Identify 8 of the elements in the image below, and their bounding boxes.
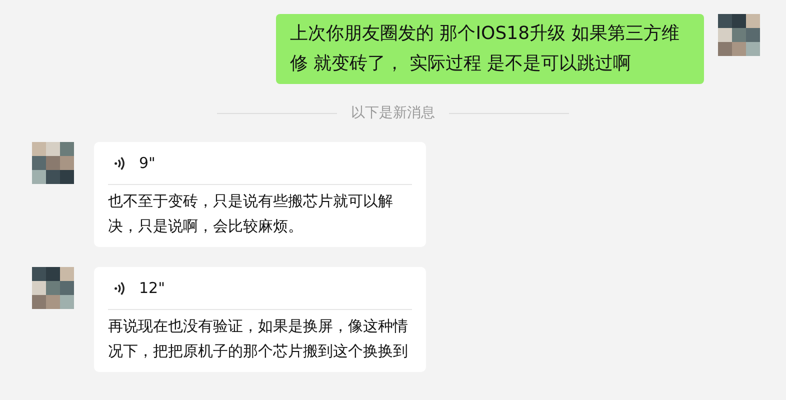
voice-icon[interactable] [114,280,125,296]
message-bubble: 上次你朋友圈发的 那个IOS18升级 如果第三方维修 就变砖了， 实际过程 是不是可以跳过啊 [276,14,704,84]
new-messages-divider: 以下是新消息 [351,104,435,122]
voice-transcript: 也不至于变砖，只是说有些搬芯片就可以解决，只是说啊，会比较麻烦。 [108,191,394,237]
voice-duration: 12" [139,279,165,297]
voice-transcript: 再说现在也没有验证，如果是换屏，像这种情况下，把把原机子的那个芯片搬到这个换换到 [108,316,409,362]
voice-duration: 9" [139,154,156,172]
voice-icon[interactable] [114,156,125,170]
